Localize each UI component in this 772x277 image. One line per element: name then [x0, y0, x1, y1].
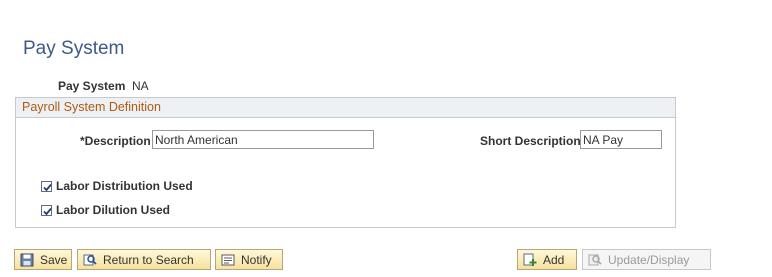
update-display-button[interactable]: Update/Display — [582, 249, 711, 270]
labor-distribution-checkbox[interactable] — [41, 180, 52, 192]
pay-system-value: NA — [132, 79, 149, 93]
pay-system-label: Pay System — [58, 79, 126, 93]
add-label: Add — [543, 252, 565, 267]
check-icon — [43, 207, 52, 215]
save-button[interactable]: Save — [14, 249, 72, 270]
description-label: *Description — [80, 134, 151, 148]
notify-icon — [221, 254, 235, 265]
short-description-input[interactable] — [580, 130, 662, 149]
add-button[interactable]: Add — [517, 249, 577, 270]
notify-button[interactable]: Notify — [215, 249, 283, 270]
return-search-icon — [83, 254, 97, 265]
return-to-search-label: Return to Search — [103, 252, 194, 267]
update-display-icon — [588, 254, 602, 265]
description-input[interactable] — [152, 130, 374, 149]
save-icon — [20, 253, 34, 266]
group-header: Payroll System Definition — [16, 98, 675, 118]
payroll-system-definition-group: Payroll System Definition *Description S… — [15, 97, 676, 228]
update-display-label: Update/Display — [608, 252, 690, 267]
save-label: Save — [40, 252, 68, 267]
notify-label: Notify — [241, 252, 272, 267]
labor-distribution-row: Labor Distribution Used — [41, 179, 193, 193]
check-icon — [43, 183, 52, 191]
page-title: Pay System — [23, 38, 125, 59]
labor-dilution-label: Labor Dilution Used — [56, 203, 170, 217]
labor-distribution-label: Labor Distribution Used — [56, 179, 193, 193]
short-description-label: Short Description — [480, 134, 581, 148]
add-icon — [523, 253, 537, 266]
labor-dilution-row: Labor Dilution Used — [41, 203, 170, 217]
return-to-search-button[interactable]: Return to Search — [77, 249, 211, 270]
labor-dilution-checkbox[interactable] — [41, 204, 52, 216]
